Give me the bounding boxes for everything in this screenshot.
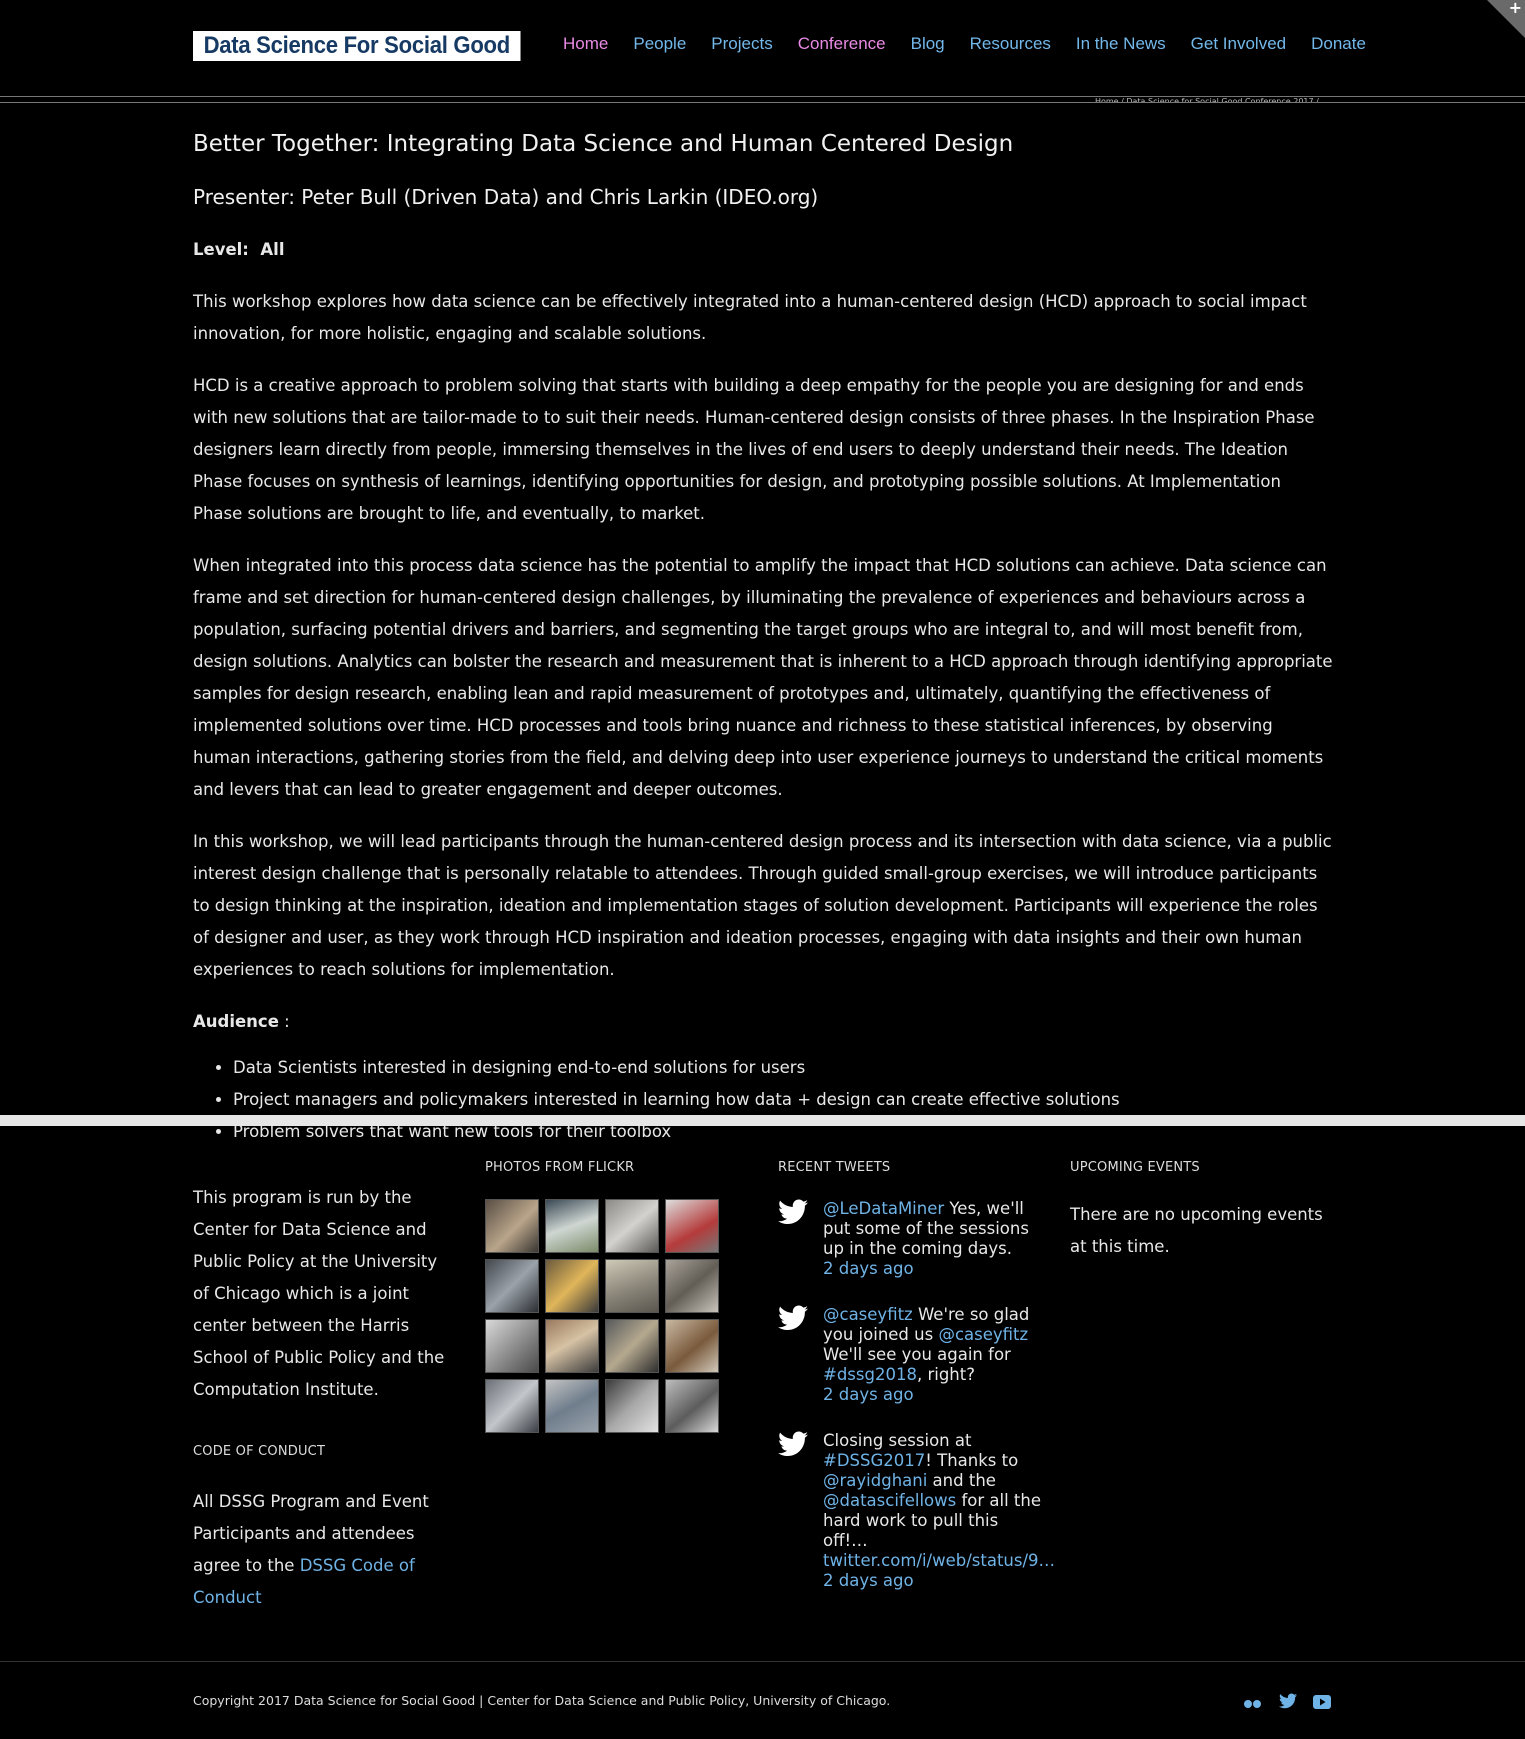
footer-tweets-column: RECENT TWEETS @LeDataMiner Yes, we'll pu… — [778, 1160, 1055, 1591]
twitter-icon[interactable] — [1279, 1693, 1297, 1713]
header-divider — [0, 102, 1525, 103]
nav-donate[interactable]: Donate — [1311, 32, 1366, 56]
breadcrumb[interactable]: Home / Data Science for Social Good Conf… — [1095, 98, 1329, 102]
events-heading: UPCOMING EVENTS — [1070, 1160, 1200, 1175]
audience-heading: Audience : — [193, 1006, 1333, 1038]
tweet: @caseyfitz We're so glad you joined us @… — [778, 1305, 1048, 1405]
flickr-grid — [485, 1199, 745, 1433]
social-links — [1243, 1693, 1331, 1713]
intro-paragraph: This workshop explores how data science … — [193, 292, 1307, 343]
presenter-heading: Presenter: Peter Bull (Driven Data) and … — [193, 185, 819, 209]
tweet-timestamp[interactable]: 2 days ago — [823, 1385, 1048, 1405]
tweet-link[interactable]: #DSSG2017 — [823, 1451, 925, 1470]
nav-in-the-news[interactable]: In the News — [1076, 32, 1166, 56]
page-title: Better Together: Integrating Data Scienc… — [193, 131, 1014, 157]
tweet-text-part: and the — [927, 1471, 996, 1490]
level-label: Level: — [193, 240, 249, 259]
workshop-paragraph: In this workshop, we will lead participa… — [193, 832, 1332, 979]
tweet-link[interactable]: @datascifellows — [823, 1491, 956, 1510]
nav-resources[interactable]: Resources — [970, 32, 1051, 56]
tweet-timestamp[interactable]: 2 days ago — [823, 1259, 1048, 1279]
flickr-photo[interactable] — [605, 1379, 659, 1433]
tweet-text-part: We'll see you again for — [823, 1345, 1011, 1364]
flickr-photo[interactable] — [485, 1379, 539, 1433]
main-nav: Home People Projects Conference Blog Res… — [563, 32, 1391, 56]
sliding-bar-toggle[interactable]: + — [1487, 0, 1525, 38]
footer-about-column: This program is run by the Center for Da… — [193, 1160, 453, 1614]
tweet-text: @LeDataMiner Yes, we'll put some of the … — [823, 1199, 1048, 1259]
tweet-link[interactable]: @caseyfitz — [823, 1305, 913, 1324]
tweets-heading: RECENT TWEETS — [778, 1160, 891, 1175]
tweet-link[interactable]: @caseyfitz — [938, 1325, 1028, 1344]
list-item: Data Scientists interested in designing … — [233, 1052, 1333, 1084]
twitter-bird-icon — [778, 1305, 808, 1331]
tweet-link[interactable]: #dssg2018 — [823, 1365, 917, 1384]
tweet-list: @LeDataMiner Yes, we'll put some of the … — [778, 1199, 1055, 1591]
site-logo[interactable]: Data Science For Social Good — [193, 31, 521, 61]
youtube-icon[interactable] — [1313, 1694, 1331, 1713]
nav-get-involved[interactable]: Get Involved — [1191, 32, 1286, 56]
tweet-text: Closing session at #DSSG2017! Thanks to … — [823, 1431, 1055, 1571]
nav-projects[interactable]: Projects — [711, 32, 772, 56]
main-content: Better Together: Integrating Data Scienc… — [193, 128, 1333, 1148]
flickr-photo[interactable] — [485, 1199, 539, 1253]
footer-bottom-divider — [0, 1661, 1525, 1662]
twitter-bird-icon — [778, 1199, 808, 1225]
list-item: Project managers and policymakers intere… — [233, 1084, 1333, 1116]
level-value: All — [260, 240, 285, 259]
flickr-photo[interactable] — [545, 1199, 599, 1253]
flickr-icon[interactable] — [1243, 1694, 1263, 1713]
flickr-photo[interactable] — [665, 1259, 719, 1313]
hcd-paragraph: HCD is a creative approach to problem so… — [193, 376, 1315, 523]
about-text: This program is run by the Center for Da… — [193, 1188, 445, 1399]
integration-paragraph: When integrated into this process data s… — [193, 556, 1333, 799]
flickr-photo[interactable] — [605, 1259, 659, 1313]
footer-flickr-column: PHOTOS FROM FLICKR — [485, 1160, 745, 1433]
nav-conference[interactable]: Conference — [798, 32, 886, 56]
coc-heading: CODE OF CONDUCT — [193, 1444, 326, 1459]
tweet-text-part: Closing session at — [823, 1431, 972, 1450]
site-header: Data Science For Social Good Home People… — [0, 0, 1525, 97]
flickr-photo[interactable] — [545, 1379, 599, 1433]
flickr-photo[interactable] — [545, 1259, 599, 1313]
flickr-photo[interactable] — [665, 1199, 719, 1253]
flickr-photo[interactable] — [665, 1379, 719, 1433]
footer-divider-band — [0, 1115, 1525, 1126]
nav-blog[interactable]: Blog — [911, 32, 945, 56]
tweet: Closing session at #DSSG2017! Thanks to … — [778, 1431, 1055, 1591]
events-text: There are no upcoming events at this tim… — [1070, 1205, 1323, 1256]
tweet-text-part: ! Thanks to — [925, 1451, 1019, 1470]
tweet-text-part: , right? — [916, 1365, 975, 1384]
audience-colon: : — [278, 1012, 290, 1031]
flickr-photo[interactable] — [665, 1319, 719, 1373]
flickr-photo[interactable] — [605, 1319, 659, 1373]
twitter-bird-icon — [778, 1431, 808, 1457]
coc-text: All DSSG Program and Event Participants … — [193, 1486, 453, 1614]
tweet-link[interactable]: @LeDataMiner — [823, 1199, 944, 1218]
audience-label: Audience — [193, 1012, 279, 1031]
flickr-photo[interactable] — [605, 1199, 659, 1253]
plus-icon: + — [1508, 0, 1522, 17]
footer-events-column: UPCOMING EVENTS There are no upcoming ev… — [1070, 1160, 1340, 1263]
tweet-link[interactable]: @rayidghani — [823, 1471, 927, 1490]
nav-people[interactable]: People — [633, 32, 686, 56]
tweet-text: @caseyfitz We're so glad you joined us @… — [823, 1305, 1048, 1385]
copyright-text: Copyright 2017 Data Science for Social G… — [193, 1693, 891, 1708]
nav-home[interactable]: Home — [563, 32, 608, 56]
tweet-link[interactable]: twitter.com/i/web/status/9… — [823, 1551, 1055, 1570]
level-line: Level: All — [193, 234, 1333, 266]
flickr-photo[interactable] — [545, 1319, 599, 1373]
tweet-timestamp[interactable]: 2 days ago — [823, 1571, 1048, 1591]
flickr-photo[interactable] — [485, 1259, 539, 1313]
flickr-heading: PHOTOS FROM FLICKR — [485, 1160, 635, 1175]
audience-list: Data Scientists interested in designing … — [193, 1052, 1333, 1148]
tweet: @LeDataMiner Yes, we'll put some of the … — [778, 1199, 1048, 1279]
flickr-photo[interactable] — [485, 1319, 539, 1373]
